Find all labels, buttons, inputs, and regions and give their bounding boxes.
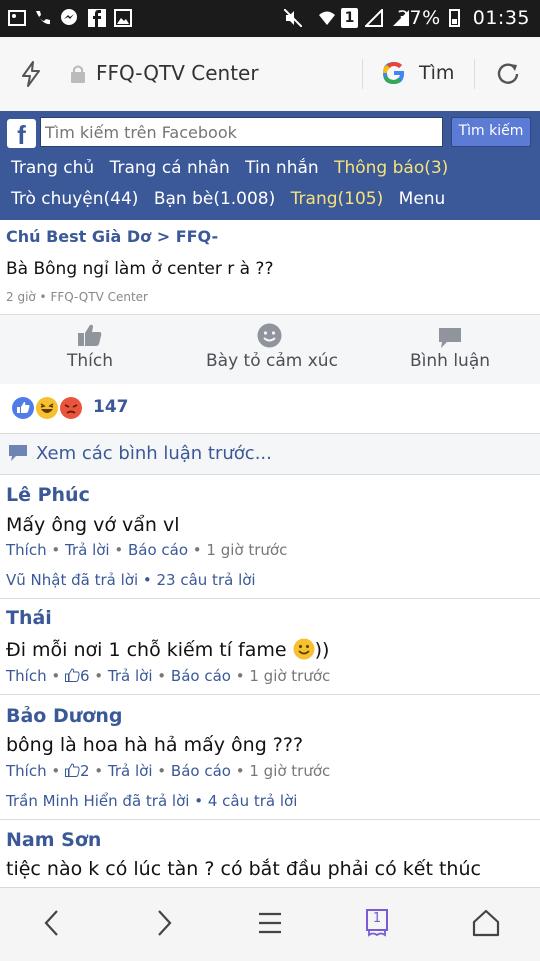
google-icon[interactable] — [381, 60, 407, 86]
search-button[interactable]: Tìm kiếm — [451, 117, 531, 147]
nav-notifications[interactable]: Thông báo(3) — [334, 158, 448, 178]
reaction-count[interactable]: 147 — [93, 397, 129, 417]
comment-body-suffix: )) — [314, 639, 330, 661]
react-button[interactable]: Bày tỏ cảm xúc — [206, 351, 338, 371]
bolt-icon[interactable] — [20, 61, 42, 87]
comment-report-link[interactable]: Báo cáo — [171, 762, 231, 780]
comment-reply-link[interactable]: Trả lời — [65, 541, 110, 559]
nav-pages[interactable]: Trang(105) — [291, 189, 384, 209]
messenger-icon — [61, 9, 77, 25]
facebook-logo[interactable]: f — [7, 119, 36, 150]
tabs-button[interactable]: 1 — [364, 908, 390, 938]
comment-body-line: Đi mỗi nơi 1 chỗ kiếm tí fame )) — [6, 638, 329, 661]
page-title[interactable]: FFQ-QTV Center — [96, 61, 259, 85]
browser-toolbar: FFQ-QTV Center Tìm — [0, 37, 540, 112]
clock: 01:35 — [472, 7, 530, 29]
nav-friends[interactable]: Bạn bè(1.008) — [154, 189, 275, 209]
comment-replies-link[interactable]: Vũ Nhật đã trả lời • 23 câu trả lời — [6, 571, 256, 589]
forward-icon[interactable] — [148, 908, 178, 938]
comment-reply-link[interactable]: Trả lời — [108, 762, 153, 780]
mute-icon — [284, 9, 302, 27]
divider — [0, 598, 540, 599]
comment-meta: Thích • Trả lời • Báo cáo • 1 giờ trước — [6, 541, 288, 559]
comment-like-link[interactable]: Thích — [6, 762, 47, 780]
post-action-bar: Thích Bày tỏ cảm xúc Bình luận — [0, 314, 540, 385]
comment-author[interactable]: Bảo Dương — [6, 705, 122, 727]
comment-meta: Thích • 6 • Trả lời • Báo cáo • 1 giờ tr… — [6, 667, 331, 685]
comment-author[interactable]: Lê Phúc — [6, 484, 90, 506]
comment-body: bông là hoa hà hả mấy ông ??? — [6, 734, 304, 756]
comment-report-link[interactable]: Báo cáo — [171, 667, 231, 685]
comment-author[interactable]: Thái — [6, 607, 52, 629]
image-icon — [8, 10, 26, 26]
wifi-icon — [319, 11, 335, 25]
divider — [362, 59, 363, 89]
comment-replies-link[interactable]: Trần Minh Hiển đã trả lời • 4 câu trả lờ… — [6, 792, 297, 810]
signal-icon-1 — [365, 9, 383, 27]
smile-emoji-icon — [293, 638, 315, 660]
comment-body: Mấy ông vớ vẩn vl — [6, 514, 180, 536]
breadcrumb[interactable]: Chú Best Già Dơ > FFQ- — [6, 227, 218, 246]
sim-badge: 1 — [341, 8, 358, 28]
reaction-like-icon — [12, 397, 34, 419]
gallery-icon — [114, 9, 132, 27]
like-button[interactable]: Thích — [67, 351, 113, 371]
divider — [0, 694, 540, 695]
emoji-icon — [257, 323, 282, 348]
nav-chat[interactable]: Trò chuyện(44) — [11, 189, 138, 209]
post-meta: 2 giờ • FFQ-QTV Center — [6, 290, 148, 304]
nav-messages[interactable]: Tin nhắn — [245, 158, 319, 178]
status-right: 37% 01:35 — [397, 7, 530, 29]
facebook-header: f Tìm kiếm Trang chủ Trang cá nhân Tin n… — [0, 111, 540, 220]
like-icon — [78, 324, 102, 346]
comment-author[interactable]: Nam Sơn — [6, 829, 101, 851]
comment-body: tiệc nào k có lúc tàn ? có bắt đầu phải … — [6, 858, 481, 880]
search-label[interactable]: Tìm — [419, 62, 454, 84]
search-input[interactable] — [40, 117, 443, 147]
comment-time: 1 giờ trước — [249, 762, 331, 780]
view-previous-comments-link[interactable]: Xem các bình luận trước... — [36, 443, 272, 464]
comment-reply-link[interactable]: Trả lời — [108, 667, 153, 685]
comment-time: 1 giờ trước — [249, 667, 331, 685]
comment-time: 1 giờ trước — [206, 541, 288, 559]
divider — [474, 59, 475, 89]
comment-icon — [9, 445, 27, 461]
menu-icon[interactable] — [255, 908, 285, 938]
nav-row-2: Trò chuyện(44) Bạn bè(1.008) Trang(105) … — [11, 189, 455, 209]
nav-row-1: Trang chủ Trang cá nhân Tin nhắn Thông b… — [11, 158, 458, 178]
like-count-icon — [64, 668, 80, 682]
nav-profile[interactable]: Trang cá nhân — [110, 158, 230, 178]
status-bar: 1 37% 01:35 — [0, 0, 540, 37]
reload-icon[interactable] — [495, 61, 521, 87]
facebook-icon — [88, 9, 106, 27]
browser-bottom-bar: 1 — [0, 887, 540, 961]
comment-like-link[interactable]: Thích — [6, 667, 47, 685]
comment-button[interactable]: Bình luận — [410, 351, 490, 371]
like-count-icon — [64, 763, 80, 777]
call-icon — [36, 11, 50, 25]
battery-icon — [449, 9, 461, 27]
reaction-haha-icon — [36, 397, 58, 419]
comment-report-link[interactable]: Báo cáo — [128, 541, 188, 559]
comment-like-count[interactable]: 2 — [80, 762, 90, 780]
nav-home[interactable]: Trang chủ — [11, 158, 94, 178]
comment-meta: Thích • 2 • Trả lời • Báo cáo • 1 giờ tr… — [6, 762, 331, 780]
home-icon[interactable] — [471, 908, 501, 938]
comment-body: Đi mỗi nơi 1 chỗ kiếm tí fame — [6, 639, 287, 661]
tab-count: 1 — [372, 911, 382, 926]
back-icon[interactable] — [38, 908, 68, 938]
comment-like-count[interactable]: 6 — [80, 667, 90, 685]
battery-percent: 37% — [396, 7, 441, 29]
divider — [0, 819, 540, 820]
reaction-angry-icon — [60, 397, 82, 419]
lock-icon — [71, 65, 85, 83]
comment-icon — [439, 328, 461, 348]
post-text: Bà Bông ngỉ làm ở center r à ?? — [6, 259, 274, 279]
comment-like-link[interactable]: Thích — [6, 541, 47, 559]
nav-menu[interactable]: Menu — [399, 189, 446, 209]
